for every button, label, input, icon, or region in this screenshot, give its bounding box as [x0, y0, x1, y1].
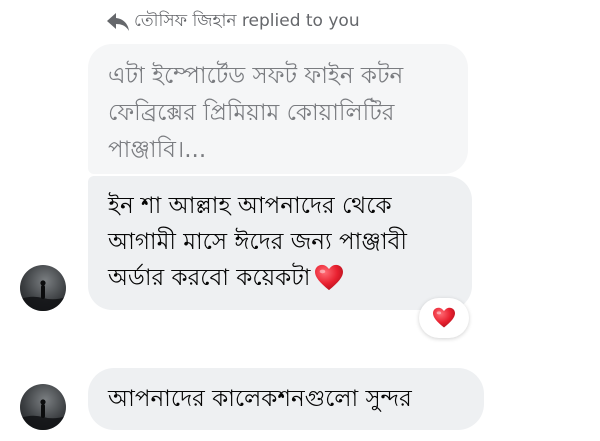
quoted-message-text: এটা ইম্পোর্টেড সফট ফাইন কটন ফেব্রিক্সের …: [108, 63, 404, 163]
reply-arrow-icon: [107, 13, 129, 31]
heart-reaction-icon: [433, 307, 455, 328]
message-bubble[interactable]: ইন শা আল্লাহ আপনাদের থেকে আগামী মাসে ঈদে…: [88, 176, 472, 310]
reaction-badge[interactable]: [419, 298, 469, 338]
message-text: আপনাদের কালেকশনগুলো সুন্দর: [108, 385, 412, 412]
reply-header-text: তৌসিফ জিহান replied to you: [134, 11, 360, 31]
quoted-message-bubble[interactable]: এটা ইম্পোর্টেড সফট ফাইন কটন ফেব্রিক্সের …: [88, 44, 468, 174]
avatar-silhouette-icon: [20, 280, 66, 311]
avatar[interactable]: [20, 384, 66, 430]
message-text-wrapper: ইন শা আল্লাহ আপনাদের থেকে আগামী মাসে ঈদে…: [108, 188, 452, 296]
reply-header: তৌসিফ জিহান replied to you: [106, 8, 360, 36]
message-text: ইন শা আল্লাহ আপনাদের থেকে আগামী মাসে ঈদে…: [108, 193, 407, 291]
avatar[interactable]: [20, 265, 66, 311]
heart-icon: [315, 264, 344, 291]
chat-thread: তৌসিফ জিহান replied to you এটা ইম্পোর্টে…: [0, 0, 600, 441]
avatar-silhouette-icon: [20, 399, 66, 430]
message-bubble[interactable]: আপনাদের কালেকশনগুলো সুন্দর: [88, 368, 484, 430]
